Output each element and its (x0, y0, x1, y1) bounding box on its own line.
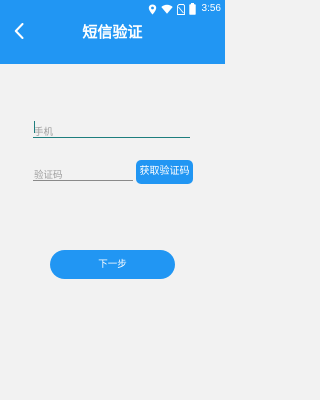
status-bar: 3:56 (0, 0, 225, 18)
text-cursor (34, 121, 35, 133)
phone-field[interactable] (33, 120, 191, 140)
verification-code-field[interactable] (33, 163, 134, 183)
battery-icon (188, 3, 196, 15)
status-icons: 3:56 (148, 2, 221, 16)
phone-input[interactable] (33, 125, 191, 140)
status-time: 3:56 (201, 3, 221, 14)
no-sim-icon (176, 3, 185, 15)
verification-code-input[interactable] (33, 168, 134, 183)
location-icon (148, 4, 157, 15)
app-header: 3:56 短信验证 (0, 0, 225, 64)
wifi-icon (160, 4, 173, 14)
get-code-button[interactable]: 获取验证码 (136, 160, 193, 184)
page-title: 短信验证 (82, 23, 143, 41)
next-button[interactable]: 下一步 (50, 250, 175, 279)
